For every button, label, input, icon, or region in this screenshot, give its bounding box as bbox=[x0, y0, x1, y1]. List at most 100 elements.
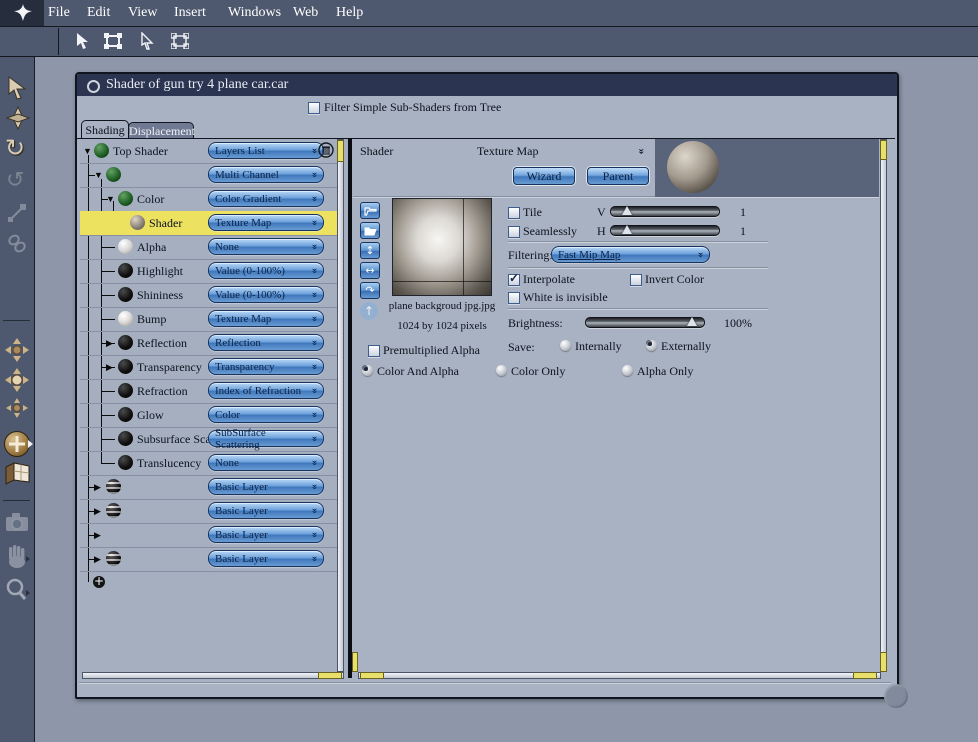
expander-right-icon[interactable]: ▶ bbox=[106, 362, 113, 372]
menu-help[interactable]: Help bbox=[336, 5, 363, 21]
tree-row[interactable]: ▶ Basic Layer » bbox=[80, 475, 338, 500]
tree-type-dropdown[interactable]: Value (0-100%) » bbox=[208, 262, 324, 279]
menu-windows[interactable]: Windows bbox=[228, 5, 281, 21]
save-internally-radio[interactable] bbox=[560, 340, 571, 351]
direct-select-tool-icon[interactable] bbox=[140, 32, 156, 50]
expander-right-icon[interactable]: ▶ bbox=[94, 554, 101, 564]
tree-type-dropdown[interactable]: Texture Map » bbox=[208, 214, 324, 231]
tree-row[interactable]: ▶ Basic Layer » bbox=[80, 547, 338, 572]
tree-type-dropdown[interactable]: Layers List» bbox=[208, 142, 324, 159]
tree-row[interactable]: ▶ Transparency Transparency » bbox=[80, 355, 338, 380]
tree-type-dropdown[interactable]: Transparency » bbox=[208, 358, 324, 375]
pointer-tool-icon[interactable] bbox=[7, 76, 29, 100]
tree-type-dropdown[interactable]: Texture Map » bbox=[208, 310, 324, 327]
parent-button[interactable]: Parent bbox=[587, 167, 649, 185]
window-collapse-button[interactable] bbox=[87, 80, 100, 93]
panel-divider[interactable] bbox=[348, 138, 352, 678]
move-tool-icon[interactable] bbox=[6, 106, 30, 130]
tree-type-dropdown[interactable]: Basic Layer » bbox=[208, 478, 324, 495]
menu-view[interactable]: View bbox=[128, 5, 157, 21]
tree-row[interactable]: ▶ Basic Layer » bbox=[80, 523, 338, 548]
tree-type-dropdown[interactable]: Color » bbox=[208, 406, 324, 423]
tree-row[interactable]: Glow Color » bbox=[80, 403, 338, 428]
camera-track-tool-icon[interactable] bbox=[6, 398, 28, 418]
add-layer-button[interactable]: + bbox=[93, 575, 105, 588]
flip-vertical-button[interactable]: ↕ bbox=[360, 242, 380, 259]
detail-left-vscroll-thumb[interactable] bbox=[352, 652, 358, 672]
tree-row[interactable]: Subsurface Scat SubSurface Scattering » bbox=[80, 427, 338, 452]
expander-down-icon[interactable]: ▼ bbox=[106, 194, 115, 204]
expander-right-icon[interactable]: ▶ bbox=[106, 338, 113, 348]
room-view-icon[interactable] bbox=[5, 462, 30, 486]
premultiplied-alpha-checkbox[interactable] bbox=[368, 345, 380, 357]
v-slider-thumb[interactable] bbox=[621, 206, 632, 215]
tree-hscroll-thumb[interactable] bbox=[318, 672, 342, 679]
menu-file[interactable]: File bbox=[48, 5, 70, 21]
tree-row[interactable]: Shininess Value (0-100%) » bbox=[80, 283, 338, 308]
detail-type-dropdown[interactable]: Texture Map bbox=[477, 144, 538, 159]
filtering-dropdown[interactable]: Fast Mip Map » bbox=[551, 246, 710, 263]
detail-vscroll-thumb-bottom[interactable] bbox=[880, 652, 887, 672]
tree-row[interactable]: ▶ Reflection Reflection » bbox=[80, 331, 338, 356]
v-slider[interactable] bbox=[610, 206, 720, 217]
brightness-slider[interactable] bbox=[585, 317, 705, 328]
marquee-tool-icon[interactable] bbox=[104, 33, 122, 49]
alpha-only-radio[interactable] bbox=[622, 365, 633, 376]
expander-right-icon[interactable]: ▶ bbox=[94, 482, 101, 492]
tree-type-dropdown[interactable]: Reflection » bbox=[208, 334, 324, 351]
camera-dolly-tool-icon[interactable] bbox=[5, 338, 29, 362]
tab-shading[interactable]: Shading bbox=[81, 120, 129, 139]
detail-vscroll-thumb-top[interactable] bbox=[880, 140, 887, 160]
rotate-tool-icon[interactable]: ↻ bbox=[5, 134, 25, 162]
tab-displacement[interactable]: Displacement bbox=[128, 122, 195, 139]
tree-type-dropdown[interactable]: Basic Layer » bbox=[208, 550, 324, 567]
tree-type-dropdown[interactable]: SubSurface Scattering » bbox=[208, 427, 324, 451]
tree-row[interactable]: Highlight Value (0-100%) » bbox=[80, 259, 338, 284]
tree-type-dropdown[interactable]: Value (0-100%) » bbox=[208, 286, 324, 303]
tree-horizontal-scrollbar[interactable] bbox=[82, 672, 344, 679]
menu-web[interactable]: Web bbox=[293, 5, 318, 21]
tree-type-dropdown[interactable]: Basic Layer » bbox=[208, 526, 324, 543]
color-only-radio[interactable] bbox=[496, 365, 507, 376]
invert-color-checkbox[interactable] bbox=[630, 274, 642, 286]
brightness-slider-thumb[interactable] bbox=[687, 317, 698, 326]
wizard-button[interactable]: Wizard bbox=[513, 167, 575, 185]
detail-vertical-scrollbar[interactable] bbox=[880, 139, 887, 672]
tree-row[interactable]: ▶ Basic Layer » bbox=[80, 499, 338, 524]
flip-horizontal-button[interactable]: ↔ bbox=[360, 262, 380, 279]
tile-checkbox[interactable] bbox=[508, 207, 520, 219]
window-titlebar[interactable]: Shader of gun try 4 plane car.car bbox=[77, 74, 897, 96]
reload-file-button[interactable] bbox=[360, 222, 380, 239]
tree-row[interactable]: Bump Texture Map » bbox=[80, 307, 338, 332]
texture-preview[interactable] bbox=[392, 198, 492, 296]
seamlessly-checkbox[interactable] bbox=[508, 226, 520, 238]
detail-hscroll-thumb-right[interactable] bbox=[853, 672, 877, 679]
trash-icon[interactable] bbox=[318, 142, 334, 158]
tree-row[interactable]: ▼ Top Shader Layers List» bbox=[80, 139, 338, 164]
color-and-alpha-radio[interactable] bbox=[362, 365, 373, 376]
select-tool-icon[interactable] bbox=[75, 32, 92, 50]
tree-type-dropdown[interactable]: Basic Layer » bbox=[208, 502, 324, 519]
tree-type-dropdown[interactable]: Index of Refraction » bbox=[208, 382, 324, 399]
tree-row[interactable]: Alpha None » bbox=[80, 235, 338, 260]
h-slider[interactable] bbox=[610, 225, 720, 236]
expander-right-icon[interactable]: ▶ bbox=[94, 530, 101, 540]
expander-down-icon[interactable]: ▼ bbox=[83, 146, 92, 156]
transform-tool-icon[interactable] bbox=[171, 33, 189, 49]
camera-pan-tool-icon[interactable] bbox=[5, 368, 29, 392]
save-externally-radio[interactable] bbox=[646, 340, 657, 351]
filter-subshaders-checkbox[interactable] bbox=[308, 102, 320, 114]
menu-edit[interactable]: Edit bbox=[87, 5, 110, 21]
open-file-button[interactable] bbox=[360, 202, 380, 219]
chevron-down-icon[interactable]: » bbox=[635, 149, 650, 155]
tree-row[interactable]: ▼ Color Color Gradient » bbox=[80, 187, 338, 212]
tree-row[interactable]: Shader Texture Map » bbox=[80, 211, 338, 236]
window-resize-handle[interactable] bbox=[884, 684, 908, 708]
tree-type-dropdown[interactable]: None » bbox=[208, 238, 324, 255]
h-slider-thumb[interactable] bbox=[621, 225, 632, 234]
camera-orbit-tool-selected-icon[interactable] bbox=[4, 431, 30, 457]
tree-type-dropdown[interactable]: None » bbox=[208, 454, 324, 471]
tree-row[interactable]: Translucency None » bbox=[80, 451, 338, 476]
tree-vscroll-thumb[interactable] bbox=[337, 140, 344, 162]
tree-type-dropdown[interactable]: Multi Channel » bbox=[208, 166, 324, 183]
